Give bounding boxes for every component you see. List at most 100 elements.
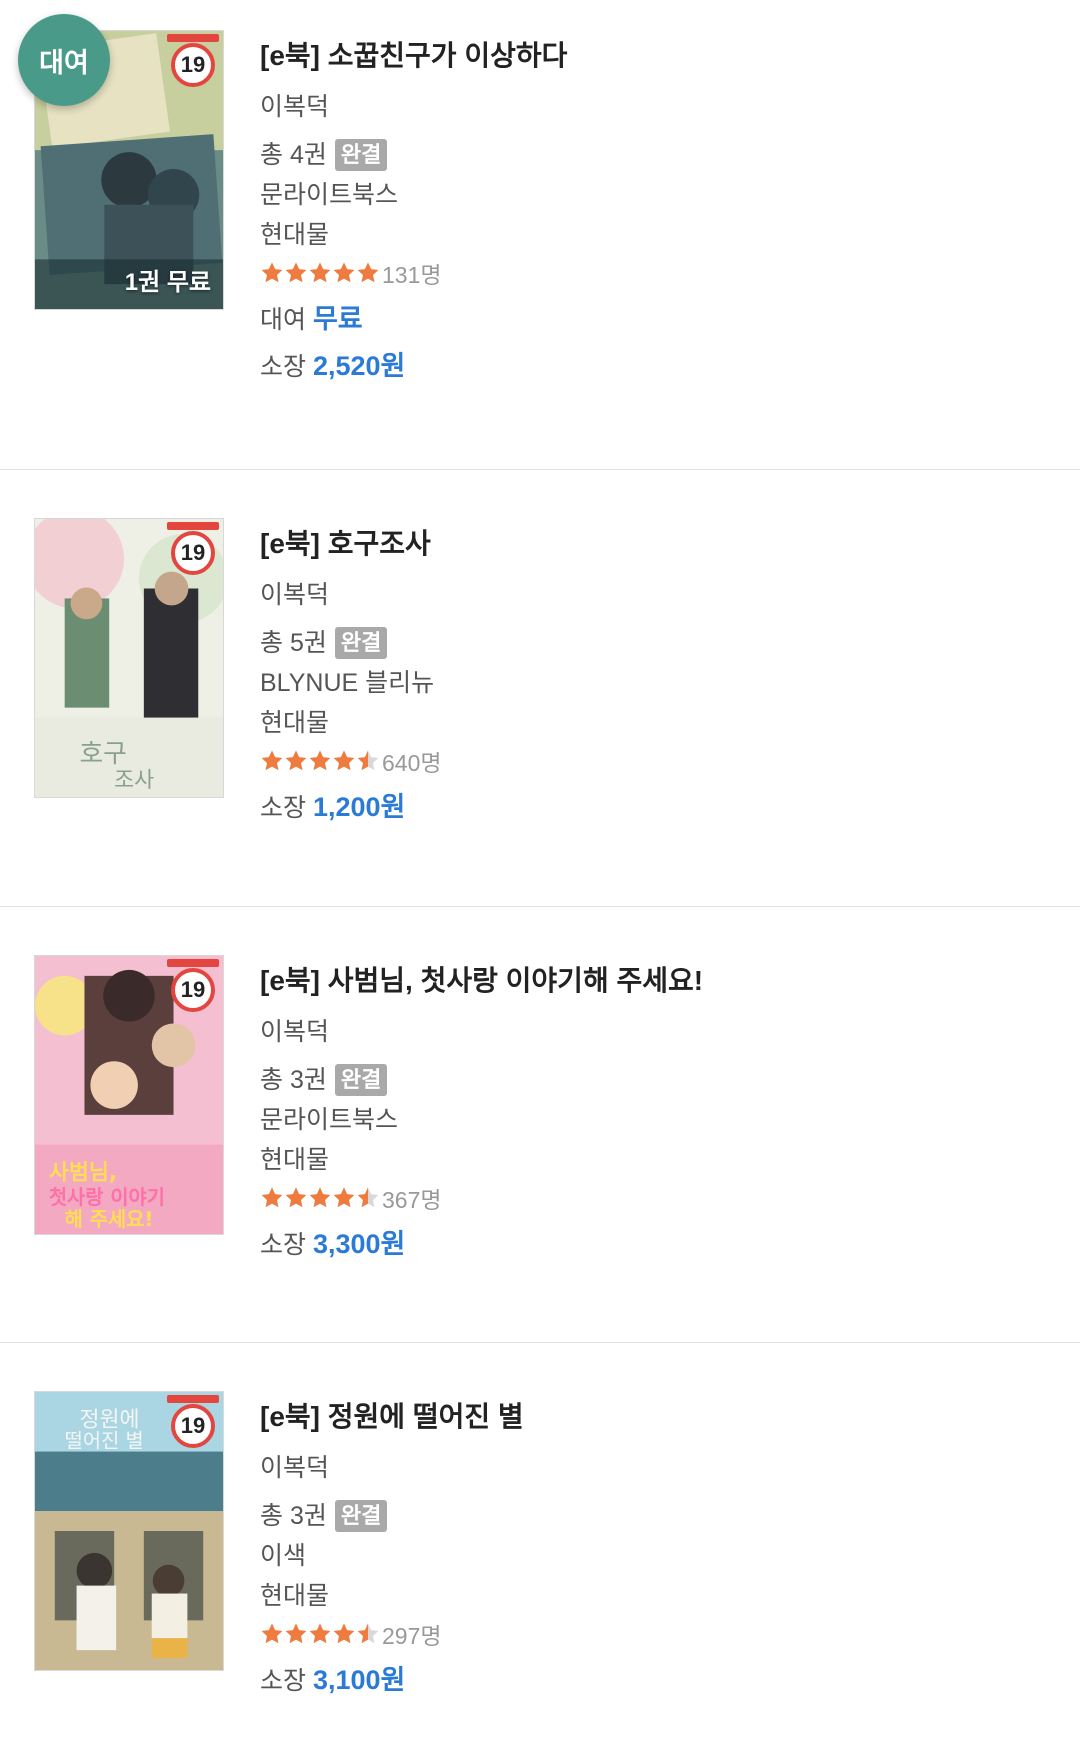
volume-count: 총 4권 완결 <box>260 138 1060 172</box>
age-19-icon: 19 <box>171 968 215 1012</box>
star-rating <box>260 749 380 773</box>
book-genre: 현대물 <box>260 1146 330 1174</box>
cover-image-wrap[interactable]: 대여 19 1권 무료 <box>18 14 224 310</box>
book-item[interactable]: 사범님, 첫사랑 이야기 해 주세요! 19 [e북] 사범님, 첫사랑 이야기… <box>0 907 1080 1343</box>
star-full-icon <box>285 750 307 771</box>
cover-image-wrap[interactable]: 호구 조사 19 <box>34 518 224 798</box>
own-price-line: 소장 2,520원 <box>260 349 1060 384</box>
completed-badge: 완결 <box>334 627 388 659</box>
star-full-icon <box>357 262 379 283</box>
book-author[interactable]: 이복덕 <box>260 90 1060 124</box>
book-publisher[interactable]: BLYNUE 블리뉴 <box>260 666 1060 700</box>
svg-text:해 주세요!: 해 주세요! <box>65 1208 154 1231</box>
rating: 640명 <box>260 744 1060 778</box>
star-rating <box>260 1186 380 1210</box>
volume-count: 총 3권 완결 <box>260 1063 1060 1097</box>
own-price: 2,520원 <box>312 351 406 381</box>
book-genre: 현대물 <box>260 1582 330 1610</box>
age-19-icon: 19 <box>171 43 215 87</box>
star-full-icon <box>333 262 355 283</box>
star-rating <box>260 1622 380 1646</box>
star-full-icon <box>261 1187 283 1208</box>
rent-price-line: 대여 무료 <box>260 302 1060 337</box>
rating-count: 367명 <box>382 1187 442 1213</box>
book-list: 대여 19 1권 무료 [e북] 소꿉친구가 이상하다 이복덕 총 4권 완결 … <box>0 0 1080 1749</box>
book-title[interactable]: [e북] 호구조사 <box>260 524 1060 564</box>
own-price: 3,300원 <box>312 1229 406 1259</box>
book-item[interactable]: 호구 조사 19 [e북] 호구조사 이복덕 총 5권 완결 BLYNUE 블리… <box>0 470 1080 907</box>
volume-count: 총 5권 완결 <box>260 626 1060 660</box>
star-half-icon <box>357 750 379 771</box>
book-title[interactable]: [e북] 소꿉친구가 이상하다 <box>260 36 1060 76</box>
svg-text:조사: 조사 <box>114 768 154 793</box>
rating: 131명 <box>260 256 1060 290</box>
book-item[interactable]: 대여 19 1권 무료 [e북] 소꿉친구가 이상하다 이복덕 총 4권 완결 … <box>0 0 1080 470</box>
svg-text:떨어진 별: 떨어진 별 <box>65 1430 144 1453</box>
svg-text:호구: 호구 <box>80 739 127 769</box>
age-strip <box>167 522 219 530</box>
own-price-line: 소장 3,100원 <box>260 1663 1060 1698</box>
book-info: [e북] 호구조사 이복덕 총 5권 완결 BLYNUE 블리뉴 현대물 640… <box>260 524 1060 825</box>
free-volume-label: 1권 무료 <box>124 269 211 296</box>
own-label: 소장 <box>260 1667 307 1695</box>
age-19-icon: 19 <box>171 1404 215 1448</box>
svg-text:사범님,: 사범님, <box>49 1160 117 1185</box>
book-info: [e북] 소꿉친구가 이상하다 이복덕 총 4권 완결 문라이트북스 현대물 1… <box>260 36 1060 384</box>
star-full-icon <box>285 1187 307 1208</box>
rent-label: 대여 <box>260 306 307 334</box>
star-full-icon <box>261 750 283 771</box>
book-author[interactable]: 이복덕 <box>260 578 1060 612</box>
book-publisher[interactable]: 이색 <box>260 1539 1060 1573</box>
star-full-icon <box>285 1623 307 1644</box>
book-genre: 현대물 <box>260 221 330 249</box>
star-full-icon <box>309 1187 331 1208</box>
age-strip <box>167 34 219 42</box>
own-price: 3,100원 <box>312 1665 406 1695</box>
book-info: [e북] 사범님, 첫사랑 이야기해 주세요! 이복덕 총 3권 완결 문라이트… <box>260 961 1060 1262</box>
star-full-icon <box>309 262 331 283</box>
own-price-line: 소장 1,200원 <box>260 790 1060 825</box>
rating-count: 297명 <box>382 1623 442 1649</box>
star-full-icon <box>309 750 331 771</box>
book-title[interactable]: [e북] 사범님, 첫사랑 이야기해 주세요! <box>260 961 1060 1001</box>
star-full-icon <box>333 1187 355 1208</box>
book-publisher[interactable]: 문라이트북스 <box>260 178 1060 212</box>
rating-count: 131명 <box>382 262 442 288</box>
svg-text:첫사랑 이야기: 첫사랑 이야기 <box>49 1186 165 1209</box>
star-half-icon <box>357 1623 379 1644</box>
completed-badge: 완결 <box>334 1500 388 1532</box>
volume-text: 총 3권 <box>260 1502 327 1530</box>
volume-text: 총 3권 <box>260 1066 327 1094</box>
book-cover[interactable]: 정원에 떨어진 별 19 <box>34 1391 224 1671</box>
cover-image-wrap[interactable]: 사범님, 첫사랑 이야기 해 주세요! 19 <box>34 955 224 1235</box>
rating: 367명 <box>260 1181 1060 1215</box>
book-author[interactable]: 이복덕 <box>260 1015 1060 1049</box>
star-full-icon <box>285 262 307 283</box>
own-label: 소장 <box>260 353 307 381</box>
rating: 297명 <box>260 1617 1060 1651</box>
book-author[interactable]: 이복덕 <box>260 1451 1060 1485</box>
star-full-icon <box>261 262 283 283</box>
own-label: 소장 <box>260 1231 307 1259</box>
volume-count: 총 3권 완결 <box>260 1499 1060 1533</box>
cover-image-wrap[interactable]: 정원에 떨어진 별 19 <box>34 1391 224 1671</box>
book-cover[interactable]: 사범님, 첫사랑 이야기 해 주세요! 19 <box>34 955 224 1235</box>
star-full-icon <box>333 750 355 771</box>
volume-text: 총 4권 <box>260 141 327 169</box>
own-label: 소장 <box>260 794 307 822</box>
age-strip <box>167 1395 219 1403</box>
star-half-icon <box>357 1187 379 1208</box>
age-strip <box>167 959 219 967</box>
star-full-icon <box>261 1623 283 1644</box>
book-cover[interactable]: 호구 조사 19 <box>34 518 224 798</box>
book-item[interactable]: 정원에 떨어진 별 19 [e북] 정원에 떨어진 별 이복덕 총 3권 완결 … <box>0 1343 1080 1749</box>
book-publisher[interactable]: 문라이트북스 <box>260 1103 1060 1137</box>
book-info: [e북] 정원에 떨어진 별 이복덕 총 3권 완결 이색 현대물 297명 소… <box>260 1397 1060 1698</box>
star-full-icon <box>333 1623 355 1644</box>
completed-badge: 완결 <box>334 139 388 171</box>
rent-badge: 대여 <box>18 14 110 106</box>
book-genre: 현대물 <box>260 709 330 737</box>
book-title[interactable]: [e북] 정원에 떨어진 별 <box>260 1397 1060 1437</box>
completed-badge: 완결 <box>334 1064 388 1096</box>
own-price-line: 소장 3,300원 <box>260 1227 1060 1262</box>
